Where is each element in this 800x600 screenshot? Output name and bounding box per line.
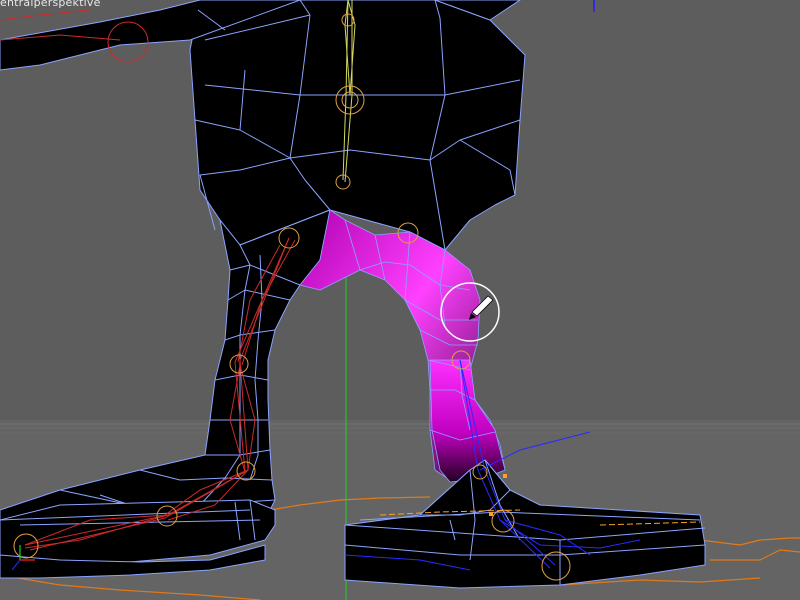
3d-viewport[interactable]: entralperspektive (0, 0, 800, 600)
viewport-canvas[interactable] (0, 0, 800, 600)
pelvis-mesh (0, 0, 526, 251)
viewport-projection-label[interactable]: entralperspektive (0, 0, 101, 9)
